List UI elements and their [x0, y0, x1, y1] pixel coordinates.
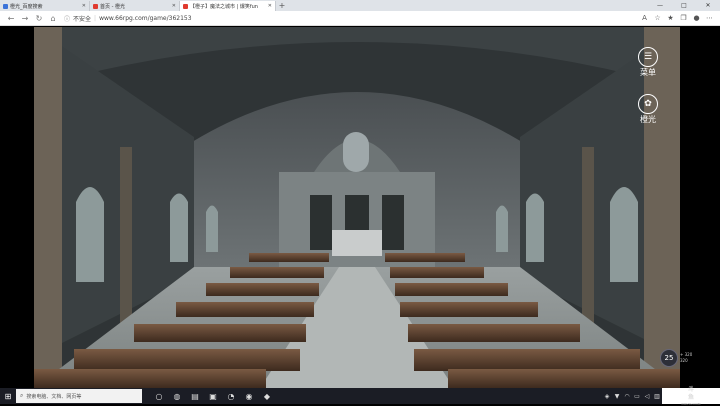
media-icon[interactable]: ◉: [240, 392, 258, 401]
tab-strip: 橙光_百度搜索 ✕ 首页 - 橙光 ✕ 【橙子】魔法之城市 | 爆笑fun ✕ …: [0, 0, 720, 11]
forward-arrow-icon[interactable]: →: [18, 14, 32, 23]
taskbar-apps: ○ ◍ ▤ ▣ ◔ ◉ ◆: [150, 392, 276, 401]
edge-browser-icon[interactable]: ◍: [168, 392, 186, 401]
tab-title: 橙光_百度搜索: [10, 3, 43, 10]
browser-window: 橙光_百度搜索 ✕ 首页 - 橙光 ✕ 【橙子】魔法之城市 | 爆笑fun ✕ …: [0, 0, 720, 388]
orange-button[interactable]: ✿ 橙光: [638, 94, 658, 125]
douyu-watermark: 斗鱼 DOUYU.COM: [662, 386, 720, 406]
orange-favicon-icon: [93, 3, 98, 9]
tab-title: 【橙子】魔法之城市 | 爆笑fun: [190, 3, 258, 10]
progress-numbers: + 320 320: [680, 352, 692, 364]
favorites-icon[interactable]: ★: [664, 14, 677, 22]
search-placeholder: 搜索电脑、文档、网页等: [26, 393, 82, 400]
game-canvas[interactable]: ☰ 菜单 ✿ 橙光: [34, 27, 680, 388]
new-tab-button[interactable]: +: [276, 1, 288, 11]
favorite-star-icon[interactable]: ☆: [651, 14, 664, 22]
orange-logo-icon: ✿: [638, 94, 658, 114]
orange-favicon-icon: [183, 3, 188, 9]
reload-icon[interactable]: ↻: [32, 14, 46, 23]
back-arrow-icon[interactable]: ←: [4, 14, 18, 23]
tab-baidu[interactable]: 橙光_百度搜索 ✕: [0, 1, 90, 11]
logo-text: 斗鱼: [687, 386, 694, 401]
store-icon[interactable]: ▣: [204, 392, 222, 401]
tab-title: 首页 - 橙光: [100, 3, 125, 10]
read-mode-icon[interactable]: A: [638, 14, 651, 22]
search-icon: ⌕: [20, 392, 24, 399]
divider: |: [94, 14, 97, 22]
maximize-button[interactable]: □: [672, 0, 696, 11]
orange-label: 橙光: [640, 115, 656, 124]
url-text[interactable]: www.66rpg.com/game/362153: [99, 15, 192, 22]
more-icon[interactable]: ⋯: [703, 14, 716, 22]
shield-icon[interactable]: ▼: [612, 393, 622, 400]
browser-toolbar: ← → ↻ ⌂ ⓘ 不安全 | www.66rpg.com/game/36215…: [0, 11, 720, 26]
profile-icon[interactable]: ●: [690, 14, 703, 22]
taskbar: ⊞ ⌕ 搜索电脑、文档、网页等 ○ ◍ ▤ ▣ ◔ ◉ ◆ ◈ ▼ ◠ ▭ ◁ …: [0, 386, 720, 406]
address-bar[interactable]: ⓘ 不安全 | www.66rpg.com/game/362153: [64, 13, 624, 24]
warning-icon: ⓘ: [64, 15, 71, 23]
file-explorer-icon[interactable]: ▤: [186, 392, 204, 401]
security-label: 不安全: [73, 15, 92, 23]
progress-dial: 25: [660, 349, 678, 367]
close-tab-icon[interactable]: ✕: [172, 3, 176, 9]
tab-game[interactable]: 【橙子】魔法之城市 | 爆笑fun ✕: [180, 1, 276, 11]
close-tab-icon[interactable]: ✕: [268, 3, 272, 9]
tray-app-icon[interactable]: ◈: [602, 393, 612, 400]
toolbar-tools: A ☆ ★ ❐ ● ⋯: [638, 14, 716, 22]
home-icon[interactable]: ⌂: [46, 14, 60, 23]
tab-home[interactable]: 首页 - 橙光 ✕: [90, 1, 180, 11]
menu-list-icon: ☰: [638, 47, 658, 67]
minimize-button[interactable]: —: [648, 0, 672, 11]
menu-label: 菜单: [640, 68, 656, 77]
menu-button[interactable]: ☰ 菜单: [638, 47, 658, 78]
close-tab-icon[interactable]: ✕: [82, 3, 86, 9]
app-red-icon[interactable]: ◆: [258, 392, 276, 401]
volume-icon[interactable]: ◁: [642, 393, 652, 400]
task-view-icon[interactable]: ○: [150, 392, 168, 401]
close-window-button[interactable]: ✕: [696, 0, 720, 11]
baidu-favicon-icon: [3, 3, 8, 9]
progress-line-2: 320: [680, 358, 688, 363]
windows-start-icon[interactable]: ⊞: [0, 392, 16, 401]
network-icon[interactable]: ▥: [652, 393, 662, 400]
logo-sub: DOUYU.COM: [681, 402, 701, 406]
collections-icon[interactable]: ❐: [677, 14, 690, 22]
progress-widget[interactable]: 25 + 320 320: [660, 349, 706, 367]
church-scene: [34, 27, 680, 388]
chat-icon[interactable]: ▭: [632, 393, 642, 400]
taskbar-search[interactable]: ⌕ 搜索电脑、文档、网页等: [16, 389, 142, 403]
system-tray: ◈ ▼ ◠ ▭ ◁ ▥ 斗鱼 DOUYU.COM: [602, 386, 720, 406]
wifi-icon[interactable]: ◠: [622, 393, 632, 400]
window-controls: — □ ✕: [648, 0, 720, 11]
app-icon[interactable]: ◔: [222, 392, 240, 401]
